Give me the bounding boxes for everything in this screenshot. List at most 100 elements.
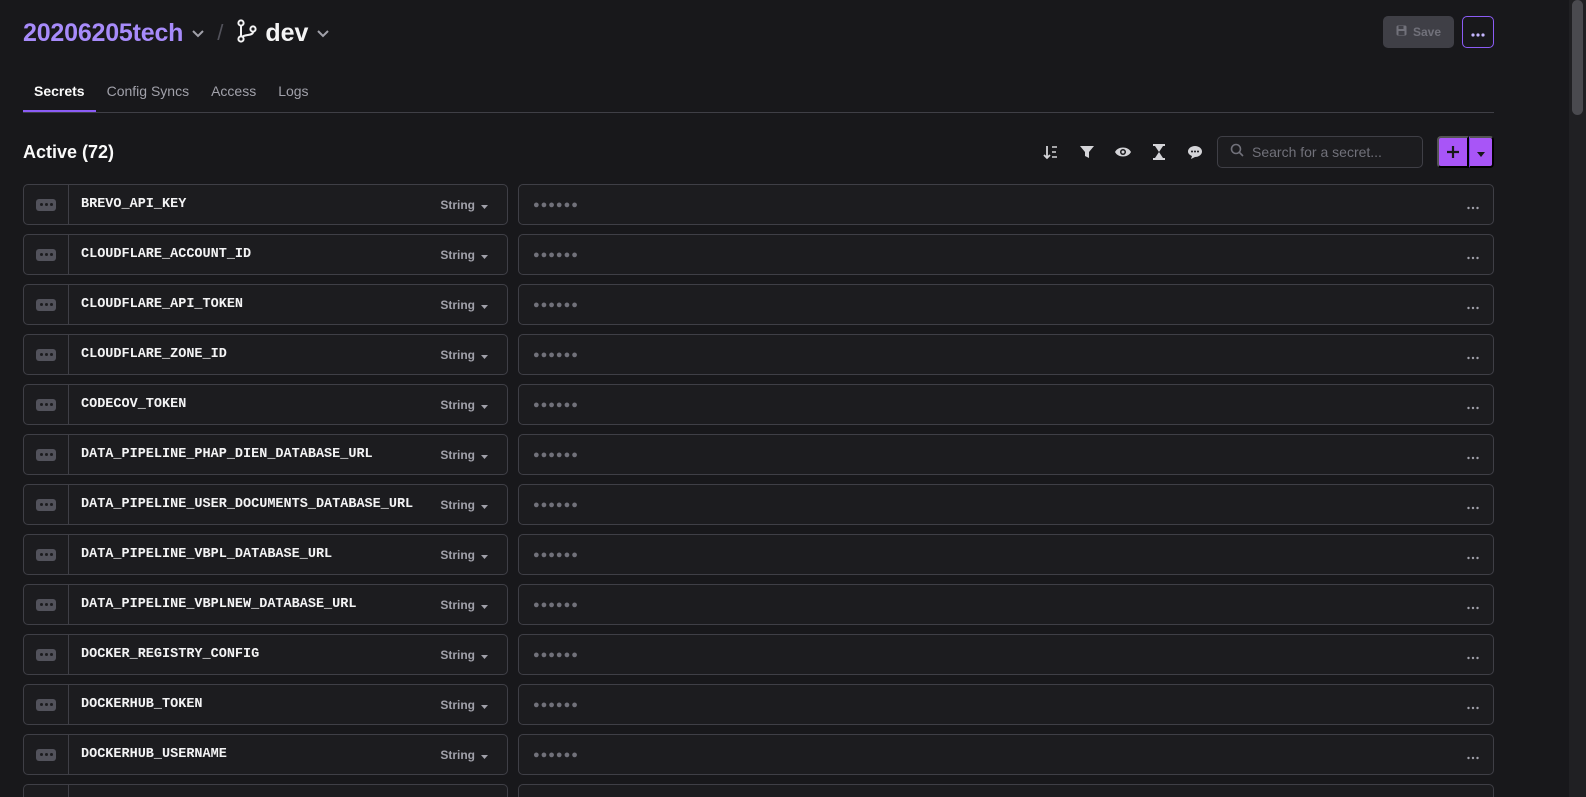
secret-row: DATA_PIPELINE_VBPL_DATABASE_URL String ●… — [23, 534, 1494, 575]
caret-down-icon — [481, 648, 488, 662]
caret-down-icon — [481, 398, 488, 412]
secret-row-handle[interactable] — [24, 435, 69, 474]
add-secret-button[interactable] — [1437, 136, 1469, 168]
row-more-icon[interactable] — [1467, 697, 1479, 713]
secret-key-cell: DOCKERHUB_TOKEN String — [23, 684, 508, 725]
secret-value-masked: ●●●●●● — [533, 298, 579, 311]
secret-row-handle[interactable] — [24, 385, 69, 424]
save-button[interactable]: Save — [1383, 16, 1454, 48]
row-more-icon[interactable] — [1467, 647, 1479, 663]
secret-key[interactable]: DOCKERHUB_TOKEN — [81, 697, 440, 712]
secret-row-handle[interactable] — [24, 535, 69, 574]
secret-row: DATA_PIPELINE_PHAP_DIEN_DATABASE_URL Str… — [23, 434, 1494, 475]
secret-key[interactable]: DOCKER_REGISTRY_CONFIG — [81, 647, 440, 662]
secret-value-cell[interactable] — [518, 784, 1494, 797]
tab-access[interactable]: Access — [200, 74, 267, 112]
secret-value-cell[interactable]: ●●●●●● — [518, 734, 1494, 775]
secret-row-handle[interactable] — [24, 335, 69, 374]
row-more-icon[interactable] — [1467, 397, 1479, 413]
secret-key[interactable]: CODECOV_TOKEN — [81, 397, 440, 412]
row-more-icon[interactable] — [1467, 547, 1479, 563]
secret-value-cell[interactable]: ●●●●●● — [518, 434, 1494, 475]
secret-key[interactable]: CLOUDFLARE_API_TOKEN — [81, 297, 440, 312]
search-box[interactable] — [1217, 136, 1423, 168]
secret-type-dropdown[interactable]: String — [440, 498, 488, 512]
tab-secrets[interactable]: Secrets — [23, 74, 96, 112]
eye-icon[interactable] — [1113, 143, 1132, 161]
comment-icon[interactable] — [1185, 143, 1204, 161]
add-options-dropdown[interactable] — [1469, 136, 1494, 168]
ellipsis-icon — [36, 448, 56, 461]
secret-key[interactable]: DATA_PIPELINE_VBPLNEW_DATABASE_URL — [81, 597, 440, 612]
secret-row-handle[interactable] — [24, 235, 69, 274]
search-icon — [1230, 143, 1244, 162]
secret-type-dropdown[interactable]: String — [440, 448, 488, 462]
secret-value-cell[interactable]: ●●●●●● — [518, 234, 1494, 275]
secret-type-dropdown[interactable]: String — [440, 398, 488, 412]
secret-key[interactable]: DATA_PIPELINE_USER_DOCUMENTS_DATABASE_UR… — [81, 497, 440, 512]
row-more-icon[interactable] — [1467, 247, 1479, 263]
chevron-down-icon[interactable] — [191, 26, 205, 44]
secret-row-handle[interactable] — [24, 185, 69, 224]
search-input[interactable] — [1252, 144, 1412, 160]
project-selector[interactable]: 20206205tech — [23, 19, 183, 48]
secret-type-dropdown[interactable]: String — [440, 548, 488, 562]
secret-row-handle[interactable] — [24, 485, 69, 524]
secret-type-dropdown[interactable]: String — [440, 598, 488, 612]
secret-value-cell[interactable]: ●●●●●● — [518, 384, 1494, 425]
row-more-icon[interactable] — [1467, 497, 1479, 513]
secret-value-cell[interactable]: ●●●●●● — [518, 484, 1494, 525]
save-label: Save — [1412, 25, 1442, 39]
secret-type-dropdown[interactable]: String — [440, 648, 488, 662]
secret-type-dropdown[interactable]: String — [440, 248, 488, 262]
git-branch-icon — [237, 18, 257, 48]
chevron-down-icon[interactable] — [316, 26, 330, 44]
secret-value-cell[interactable]: ●●●●●● — [518, 184, 1494, 225]
scrollbar-thumb[interactable] — [1572, 0, 1583, 115]
secret-row-handle[interactable] — [24, 785, 69, 797]
tab-logs[interactable]: Logs — [267, 74, 319, 112]
secret-key-cell — [23, 784, 508, 797]
secret-value-cell[interactable]: ●●●●●● — [518, 334, 1494, 375]
scrollbar[interactable] — [1569, 0, 1586, 797]
hourglass-icon[interactable] — [1149, 143, 1168, 161]
row-more-icon[interactable] — [1467, 747, 1479, 763]
filter-icon[interactable] — [1077, 143, 1096, 161]
secret-row-handle[interactable] — [24, 685, 69, 724]
secret-row: DOCKER_REGISTRY_CONFIG String ●●●●●● — [23, 634, 1494, 675]
add-secret-group — [1437, 136, 1494, 168]
secret-type-dropdown[interactable]: String — [440, 348, 488, 362]
secret-value-cell[interactable]: ●●●●●● — [518, 284, 1494, 325]
secret-row-handle[interactable] — [24, 585, 69, 624]
secret-type-dropdown[interactable]: String — [440, 298, 488, 312]
branch-selector[interactable]: dev — [265, 19, 308, 48]
ellipsis-icon — [36, 348, 56, 361]
secret-key[interactable]: BREVO_API_KEY — [81, 197, 440, 212]
secret-key[interactable]: CLOUDFLARE_ACCOUNT_ID — [81, 247, 440, 262]
secret-key-cell: CODECOV_TOKEN String — [23, 384, 508, 425]
sort-icon[interactable] — [1041, 143, 1060, 161]
tab-config-syncs[interactable]: Config Syncs — [96, 74, 200, 112]
row-more-icon[interactable] — [1467, 447, 1479, 463]
secret-value-cell[interactable]: ●●●●●● — [518, 534, 1494, 575]
secret-key[interactable]: DATA_PIPELINE_VBPL_DATABASE_URL — [81, 547, 440, 562]
secret-value-cell[interactable]: ●●●●●● — [518, 684, 1494, 725]
secret-type-dropdown[interactable]: String — [440, 698, 488, 712]
secret-key[interactable]: DATA_PIPELINE_PHAP_DIEN_DATABASE_URL — [81, 447, 440, 462]
secret-row-handle[interactable] — [24, 285, 69, 324]
row-more-icon[interactable] — [1467, 347, 1479, 363]
secret-row-handle[interactable] — [24, 735, 69, 774]
row-more-icon[interactable] — [1467, 197, 1479, 213]
secret-value-cell[interactable]: ●●●●●● — [518, 584, 1494, 625]
secret-value-cell[interactable]: ●●●●●● — [518, 634, 1494, 675]
secret-key[interactable]: CLOUDFLARE_ZONE_ID — [81, 347, 440, 362]
secret-row: CODECOV_TOKEN String ●●●●●● — [23, 384, 1494, 425]
secret-value-masked: ●●●●●● — [533, 448, 579, 461]
row-more-icon[interactable] — [1467, 597, 1479, 613]
secret-key[interactable]: DOCKERHUB_USERNAME — [81, 747, 440, 762]
secret-row-handle[interactable] — [24, 635, 69, 674]
secret-type-dropdown[interactable]: String — [440, 198, 488, 212]
secret-type-dropdown[interactable]: String — [440, 748, 488, 762]
row-more-icon[interactable] — [1467, 297, 1479, 313]
more-options-button[interactable] — [1462, 16, 1494, 48]
